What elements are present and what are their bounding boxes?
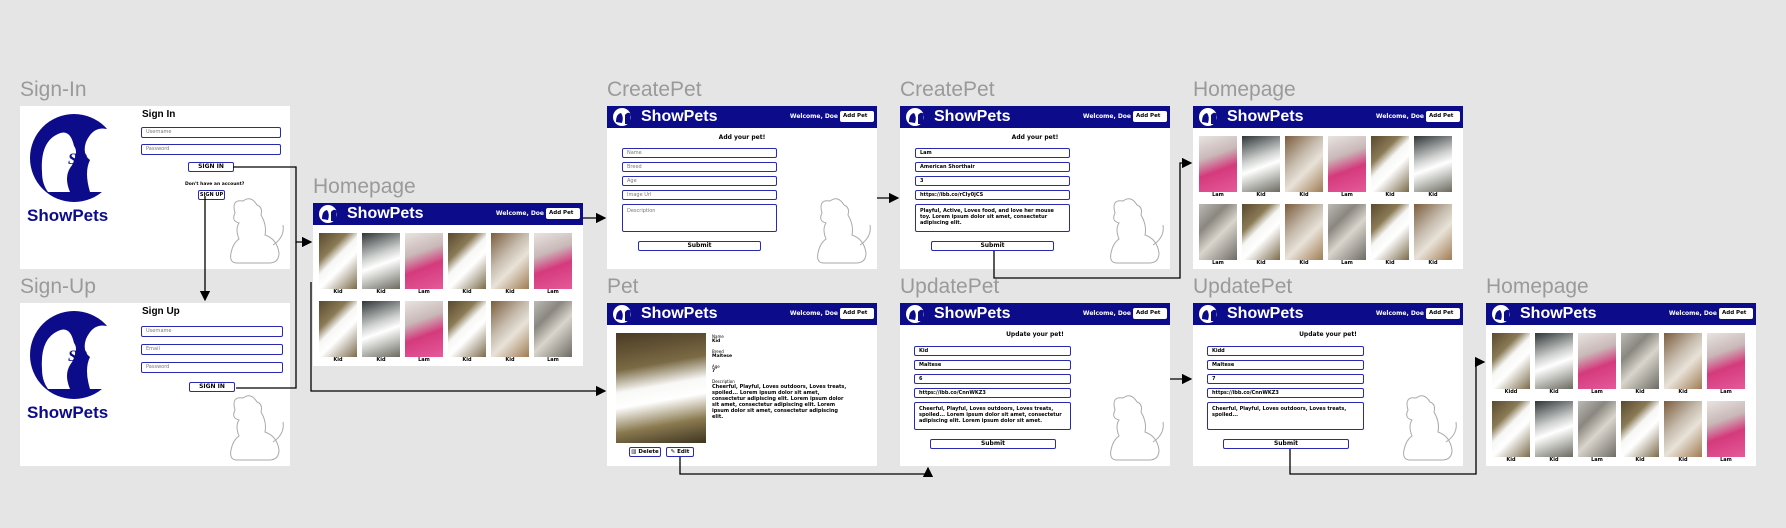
arrow-filled-to-home bbox=[993, 157, 1193, 279]
arrow-pet-to-update bbox=[679, 457, 934, 478]
arrow-signin-to-home bbox=[233, 166, 313, 248]
flow-connectors bbox=[199, 157, 1486, 478]
arrow-signup-to-home bbox=[236, 242, 297, 389]
arrow-home-to-pet bbox=[310, 282, 607, 397]
arrow-update2-to-home bbox=[1289, 356, 1486, 475]
